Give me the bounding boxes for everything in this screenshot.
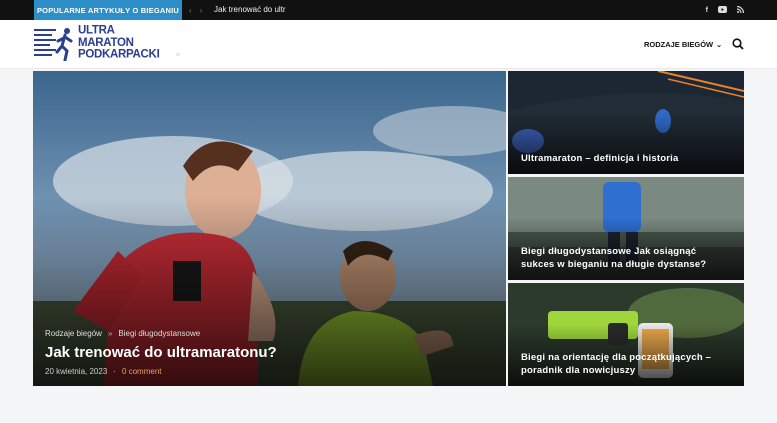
hamburger-icon[interactable]: ≡ [176, 52, 182, 59]
runner-icon [55, 28, 73, 61]
logo-text: ULTRA MARATON PODKARPACKI [78, 24, 160, 61]
category-link-dlugodystansowe[interactable]: Biegi długodystansowe [118, 329, 200, 338]
post-date: 20 kwietnia, 2023 [45, 367, 108, 376]
chevron-down-icon: ⌄ [716, 41, 722, 49]
ticker-nav: ‹ › [189, 0, 202, 20]
chevron-right-icon[interactable]: › [200, 6, 203, 15]
meta-separator: · [113, 367, 116, 376]
card-title[interactable]: Biegi na orientację dla początkujących –… [521, 351, 711, 377]
card-title[interactable]: Ultramaraton – definicja i historia [521, 152, 678, 165]
youtube-icon[interactable] [718, 5, 727, 15]
top-bar: POPULARNE ARTYKUŁY O BIEGANIU ‹ › Jak tr… [0, 0, 777, 20]
logo-speed-lines [34, 29, 56, 59]
chevron-left-icon[interactable]: ‹ [189, 6, 192, 15]
social-links: f [706, 0, 745, 20]
category-link-rodzaje[interactable]: Rodzaje biegów [45, 329, 102, 338]
facebook-icon[interactable]: f [706, 7, 708, 14]
featured-meta: 20 kwietnia, 2023 · 0 comment [45, 367, 162, 376]
card-title[interactable]: Biegi długodystansowe Jak osiągnąć sukce… [521, 245, 706, 271]
ticker-link[interactable]: Jak trenować do ultr [214, 0, 286, 20]
post-card[interactable]: Ultramaraton – definicja i historia [508, 71, 744, 174]
featured-title[interactable]: Jak trenować do ultramaratonu? [45, 344, 277, 361]
site-logo[interactable]: ULTRA MARATON PODKARPACKI [34, 24, 160, 63]
search-icon[interactable] [732, 38, 744, 50]
post-card[interactable]: Biegi na orientację dla początkujących –… [508, 283, 744, 386]
post-card[interactable]: Biegi długodystansowe Jak osiągnąć sukce… [508, 177, 744, 280]
comments-link[interactable]: 0 comment [122, 367, 162, 376]
menu-item-label: RODZAJE BIEGÓW [643, 40, 714, 49]
chevron-right-icon: » [107, 329, 113, 338]
rss-icon[interactable] [736, 5, 745, 15]
menu-rodzaje-biegow[interactable]: RODZAJE BIEGÓW ⌄ [644, 20, 722, 69]
featured-categories: Rodzaje biegów » Biegi długodystansowe [45, 329, 200, 338]
featured-post[interactable]: Rodzaje biegów » Biegi długodystansowe J… [33, 71, 506, 386]
popular-articles-label: POPULARNE ARTYKUŁY O BIEGANIU [34, 0, 182, 20]
